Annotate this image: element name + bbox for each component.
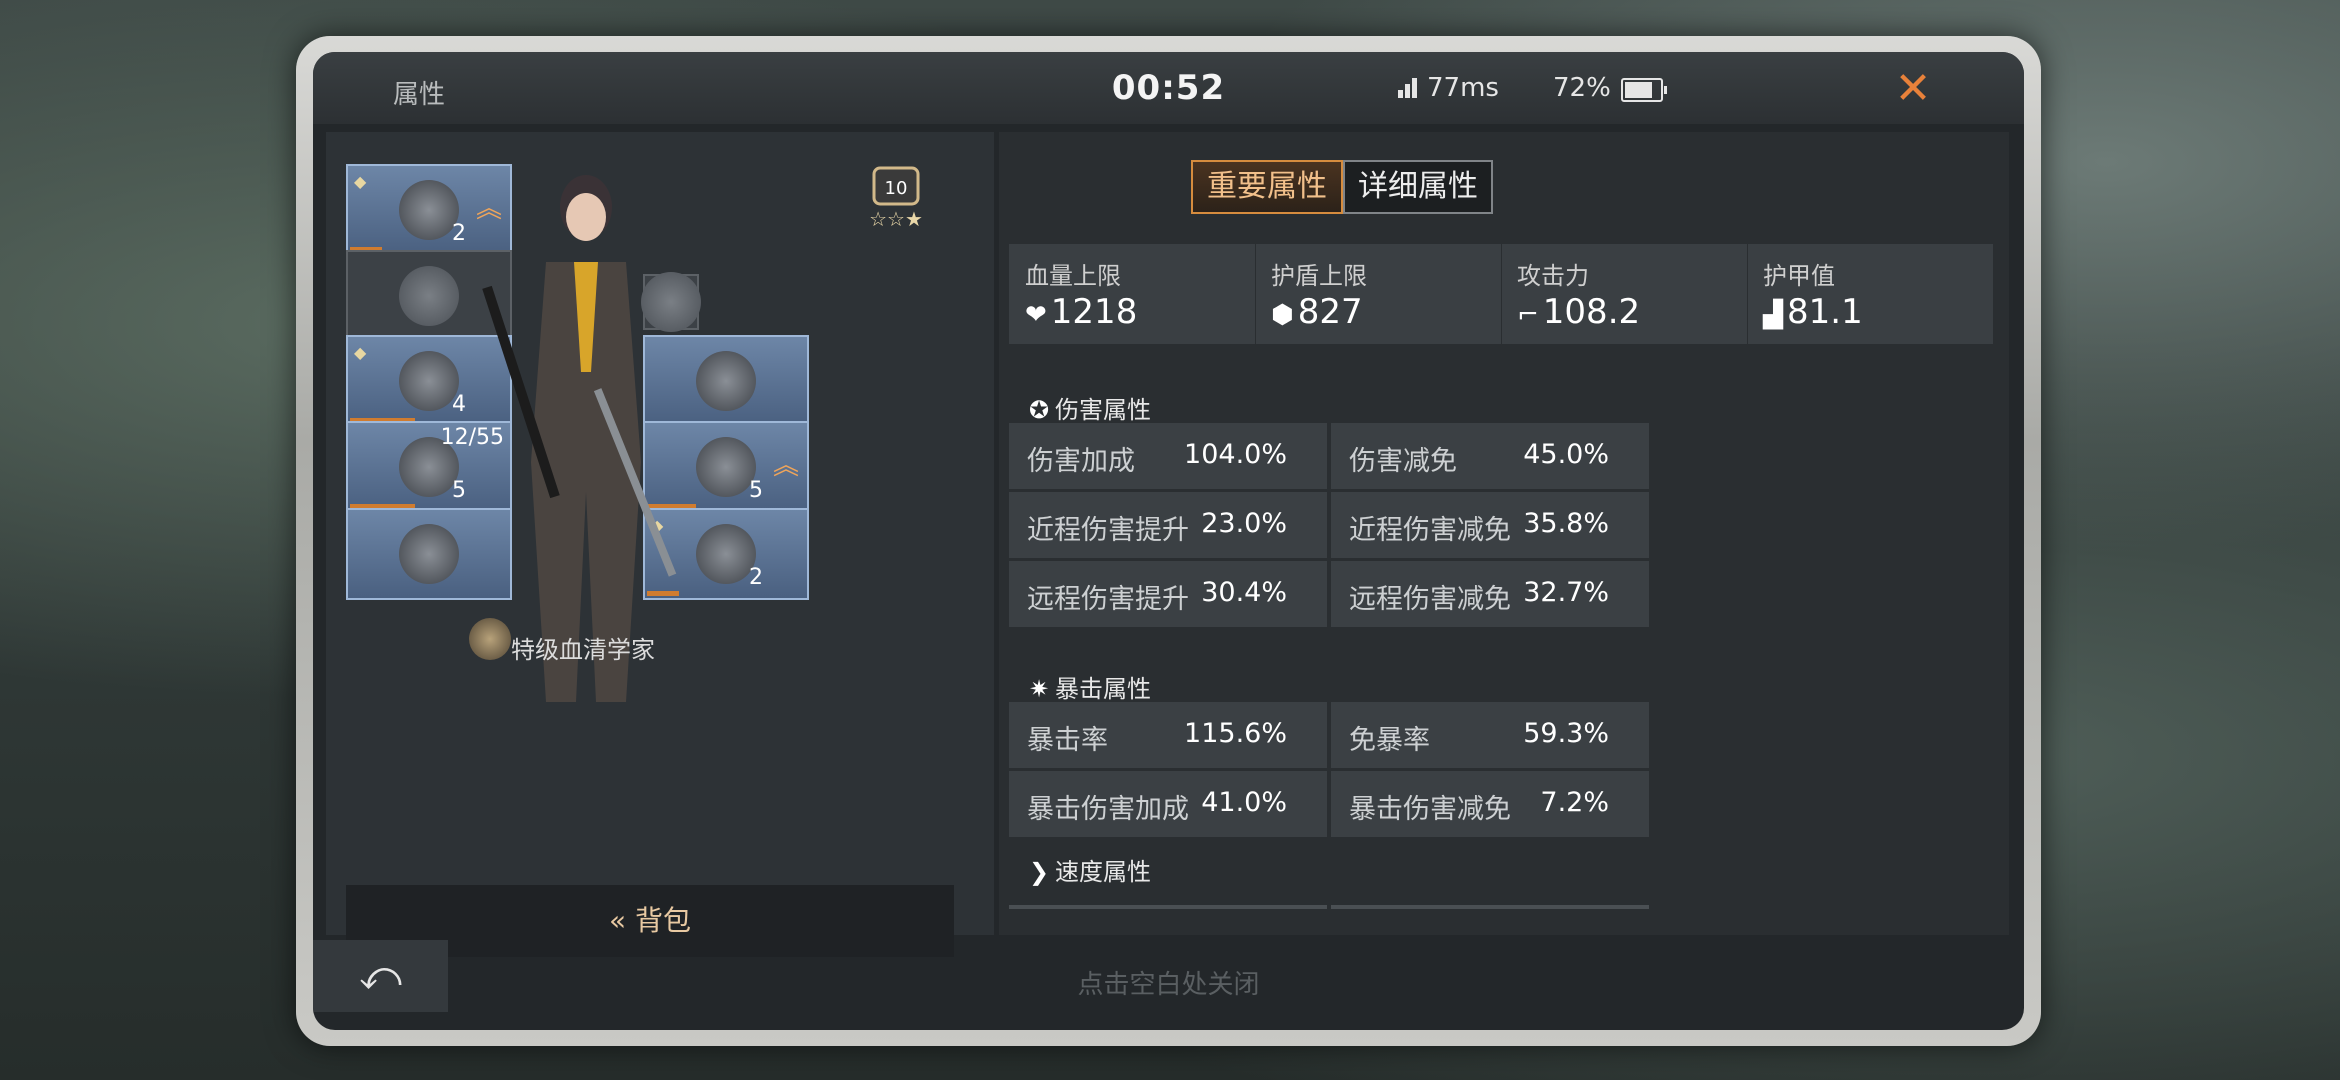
summary-label: 护甲值 — [1763, 262, 1835, 290]
equipment-panel: ◆ ︽ 2 ◆ 4 12/55 5 ︽ 5 ◆ 2 10 ☆☆★ 特级血清学家 « 背包 — [326, 132, 994, 957]
stat-row: 伤害减免 45.0% — [1331, 423, 1649, 489]
stat-value: 59.3% — [1523, 718, 1609, 749]
stat-row: 近程伤害减免 35.8% — [1331, 492, 1649, 558]
summary-value: ❤ 1218 — [1025, 292, 1137, 332]
stat-value: 23.0% — [1201, 508, 1287, 539]
item-art-icon — [399, 524, 459, 584]
summary-label: 血量上限 — [1025, 262, 1121, 290]
rank-badge-icon: 10 ☆☆★ — [869, 166, 923, 230]
armor-icon: ▟ — [1763, 300, 1783, 330]
backpack-icon — [399, 266, 459, 326]
item-art-icon — [399, 180, 459, 240]
backpack-label: 背包 — [635, 904, 692, 937]
item-art-icon — [696, 524, 756, 584]
svg-text:☆☆★: ☆☆★ — [869, 207, 923, 230]
item-art-icon — [399, 351, 459, 411]
stat-name: 远程伤害减免 — [1349, 584, 1511, 615]
shield-icon: ⬢ — [1271, 300, 1294, 330]
item-art-icon — [696, 437, 756, 497]
summary-stats: 血量上限 ❤ 1218 护盾上限 ⬢ 827 攻击力 ⌐ 108.2 护甲值 ▟ 81.1 — [1009, 244, 1994, 344]
stat-value: 104.0% — [1184, 439, 1287, 470]
stat-row: 近程伤害提升 23.0% — [1009, 492, 1327, 558]
job-icon — [469, 618, 511, 660]
stat-name: 暴击率 — [1027, 725, 1108, 756]
stat-value: 115.6% — [1184, 718, 1287, 749]
stat-name: 免暴率 — [1349, 725, 1430, 756]
summary-number: 827 — [1297, 292, 1363, 332]
star-level: 5 — [749, 478, 763, 503]
summary-number: 81.1 — [1787, 292, 1863, 332]
close-icon[interactable]: ✕ — [1883, 64, 1943, 114]
rank-level: 10 — [885, 178, 908, 199]
summary-cell: 护盾上限 ⬢ 827 — [1255, 244, 1502, 344]
stat-name: 暴击伤害减免 — [1349, 794, 1511, 825]
tab-detailed-attributes[interactable]: 详细属性 — [1343, 160, 1493, 214]
stat-row-placeholder — [1331, 905, 1649, 909]
stat-value: 35.8% — [1523, 508, 1609, 539]
stat-name: 伤害减免 — [1349, 446, 1457, 477]
stat-row: 暴击率 115.6% — [1009, 702, 1327, 768]
star-level: 4 — [452, 392, 466, 417]
stat-value: 30.4% — [1201, 577, 1287, 608]
battery-percent: 72% — [1553, 73, 1611, 103]
stat-row: 暴击伤害加成 41.0% — [1009, 771, 1327, 837]
close-hint: 点击空白处关闭 — [1077, 970, 1260, 1000]
summary-label: 攻击力 — [1517, 262, 1589, 290]
attribute-window: 属性 00:52 77ms 72% ✕ ◆ ︽ 2 ◆ 4 12/55 5 ︽ 5 ◆ 2 10 ☆… — [313, 52, 2024, 1030]
stat-name: 远程伤害提升 — [1027, 584, 1189, 615]
star-level: 2 — [452, 221, 466, 246]
summary-cell: 护甲值 ▟ 81.1 — [1747, 244, 1994, 344]
item-art-icon — [696, 351, 756, 411]
summary-value: ▟ 81.1 — [1763, 292, 1863, 332]
section-title: ✷ 暴击属性 — [1029, 669, 1151, 704]
damage-icon: ✪ — [1029, 396, 1050, 424]
stat-value: 41.0% — [1201, 787, 1287, 818]
summary-label: 护盾上限 — [1271, 262, 1367, 290]
stat-row: 暴击伤害减免 7.2% — [1331, 771, 1649, 837]
match-timer: 00:52 — [1111, 68, 1226, 108]
section-label: 暴击属性 — [1055, 675, 1151, 703]
summary-number: 108.2 — [1542, 292, 1641, 332]
character-name: 特级血清学家 — [511, 636, 655, 664]
quality-gem-icon: ◆ — [354, 343, 367, 362]
stat-row: 远程伤害提升 30.4% — [1009, 561, 1327, 627]
section-label: 伤害属性 — [1055, 396, 1151, 424]
stat-row: 伤害加成 104.0% — [1009, 423, 1327, 489]
ping-value: 77ms — [1427, 73, 1499, 103]
stat-name: 近程伤害提升 — [1027, 515, 1189, 546]
summary-value: ⬢ 827 — [1271, 292, 1363, 332]
stat-value: 32.7% — [1523, 577, 1609, 608]
summary-number: 1218 — [1050, 292, 1138, 332]
heart-icon: ❤ — [1025, 300, 1047, 330]
stat-name: 近程伤害减免 — [1349, 515, 1511, 546]
gun-icon: ⌐ — [1517, 300, 1539, 330]
stat-row: 免暴率 59.3% — [1331, 702, 1649, 768]
top-bar: 属性 00:52 77ms 72% ✕ — [313, 52, 2024, 124]
upgrade-arrow-icon: ︽ — [772, 451, 799, 481]
stat-row: 远程伤害减免 32.7% — [1331, 561, 1649, 627]
speed-icon: ❯ — [1029, 858, 1050, 886]
quality-gem-icon: ◆ — [354, 172, 367, 191]
stat-name: 暴击伤害加成 — [1027, 794, 1189, 825]
stat-value: 7.2% — [1540, 787, 1609, 818]
signal-icon — [1398, 74, 1426, 98]
summary-cell: 血量上限 ❤ 1218 — [1009, 244, 1256, 344]
stat-value: 45.0% — [1523, 439, 1609, 470]
section-label: 速度属性 — [1055, 858, 1151, 886]
star-level: 2 — [749, 565, 763, 590]
battery-icon — [1621, 78, 1667, 102]
tab-important-attributes[interactable]: 重要属性 — [1191, 160, 1343, 214]
summary-cell: 攻击力 ⌐ 108.2 — [1501, 244, 1748, 344]
stat-row-placeholder — [1009, 905, 1327, 909]
stat-name: 伤害加成 — [1027, 446, 1135, 477]
star-level: 5 — [452, 478, 466, 503]
chevron-left-icon: « — [608, 904, 627, 937]
crit-icon: ✷ — [1029, 675, 1050, 703]
section-title: ❯ 速度属性 — [1029, 852, 1151, 887]
section-title: ✪ 伤害属性 — [1029, 390, 1151, 425]
summary-value: ⌐ 108.2 — [1517, 292, 1640, 332]
stats-panel: 重要属性 详细属性 血量上限 ❤ 1218 护盾上限 ⬢ 827 攻击力 ⌐ 108.2 护甲值 ▟… — [999, 132, 2009, 935]
